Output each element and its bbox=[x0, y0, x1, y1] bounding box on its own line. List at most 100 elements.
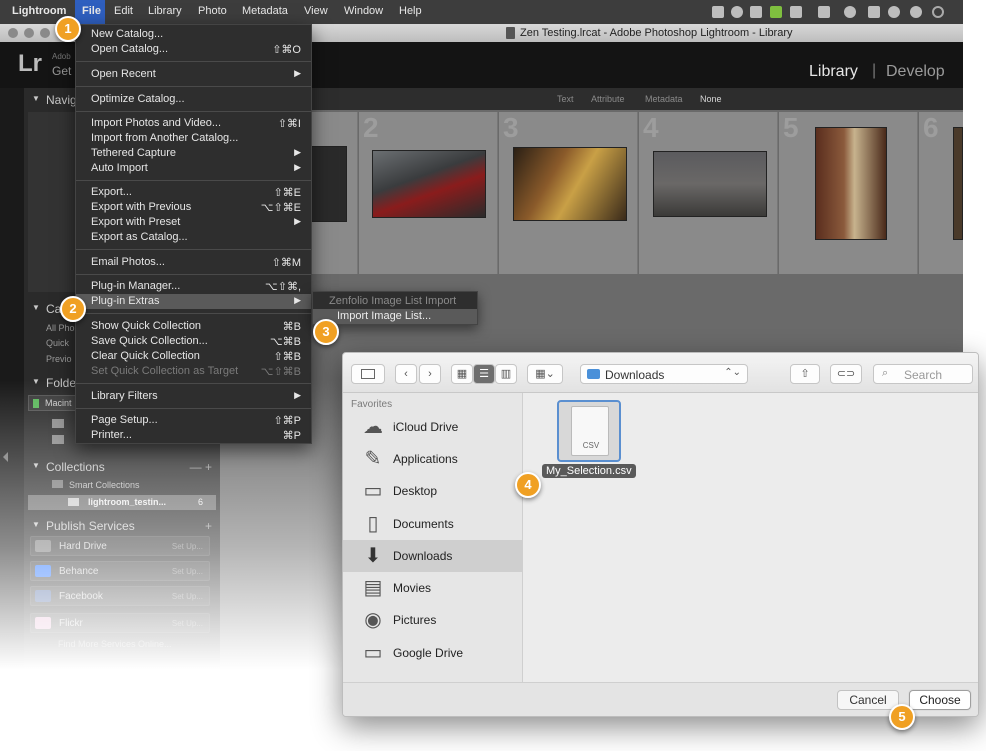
arrange-button[interactable]: ▦⌄ bbox=[527, 364, 563, 384]
publish-services-header[interactable]: ▼ Publish Services + bbox=[24, 517, 220, 535]
menu-app-name[interactable]: Lightroom bbox=[12, 5, 66, 17]
icon-view-button[interactable]: ▦ bbox=[451, 364, 473, 384]
publish-hard-drive[interactable]: Hard Drive Set Up... bbox=[30, 536, 210, 556]
publish-behance[interactable]: Behance Set Up... bbox=[30, 561, 210, 581]
location-popup[interactable]: Downloads ⌃⌄ bbox=[580, 364, 748, 384]
menu-item-clear-quick-collection[interactable]: Clear Quick Collection ⇧⌘B bbox=[76, 349, 311, 364]
photo-thumbnail[interactable] bbox=[653, 151, 767, 217]
menu-item-new-catalog[interactable]: New Catalog... bbox=[76, 27, 311, 42]
menu-item-open-recent[interactable]: Open Recent ▶ bbox=[76, 67, 311, 82]
menu-item-page-setup[interactable]: Page Setup... ⇧⌘P bbox=[76, 413, 311, 428]
publish-facebook-setup[interactable]: Set Up... bbox=[172, 592, 203, 601]
back-button[interactable]: ‹ bbox=[395, 364, 417, 384]
menu-window[interactable]: Window bbox=[344, 5, 383, 17]
minimize-window-button[interactable] bbox=[24, 28, 34, 38]
tray-icon-monitor[interactable] bbox=[712, 6, 724, 18]
publish-hard-drive-setup[interactable]: Set Up... bbox=[172, 542, 203, 551]
sidebar-item-icloud-drive[interactable]: ☁ iCloud Drive bbox=[343, 411, 522, 443]
tray-icon-creative-cloud[interactable] bbox=[844, 6, 856, 18]
publish-add-button[interactable]: + bbox=[205, 519, 212, 533]
tray-icon-alert[interactable] bbox=[910, 6, 922, 18]
search-field[interactable]: ⌕ Search bbox=[873, 364, 973, 384]
publish-facebook[interactable]: Facebook Set Up... bbox=[30, 586, 210, 606]
menu-item-import-catalog[interactable]: Import from Another Catalog... bbox=[76, 131, 311, 146]
grid-cell[interactable]: 3 bbox=[499, 112, 638, 274]
sidebar-item-movies[interactable]: ▤ Movies bbox=[343, 572, 522, 604]
catalog-all-photos[interactable]: All Pho bbox=[46, 323, 75, 333]
menu-item-open-catalog[interactable]: Open Catalog... ⇧⌘O bbox=[76, 42, 311, 57]
menu-item-library-filters[interactable]: Library Filters ▶ bbox=[76, 389, 311, 404]
menu-item-plugin-manager[interactable]: Plug-in Manager... ⌥⇧⌘, bbox=[76, 279, 311, 294]
close-window-button[interactable] bbox=[8, 28, 18, 38]
menu-library[interactable]: Library bbox=[148, 5, 182, 17]
file-name-label[interactable]: My_Selection.csv bbox=[542, 464, 636, 478]
publish-flickr-setup[interactable]: Set Up... bbox=[172, 619, 203, 628]
photo-thumbnail[interactable] bbox=[513, 147, 627, 221]
grid-cell[interactable]: 6 bbox=[919, 112, 963, 274]
menu-photo[interactable]: Photo bbox=[198, 5, 227, 17]
sidebar-toggle-button[interactable] bbox=[351, 364, 385, 384]
apple-icon[interactable] bbox=[4, 5, 12, 17]
tray-icon-spinner[interactable] bbox=[932, 6, 944, 18]
tray-icon-location[interactable] bbox=[888, 6, 900, 18]
grid-cell[interactable]: 5 bbox=[779, 112, 918, 274]
menu-file[interactable]: File bbox=[82, 5, 101, 17]
forward-button[interactable]: › bbox=[419, 364, 441, 384]
photo-thumbnail[interactable] bbox=[372, 150, 486, 218]
menu-item-save-quick-collection[interactable]: Save Quick Collection... ⌥⌘B bbox=[76, 334, 311, 349]
list-view-button[interactable]: ☰ bbox=[473, 364, 495, 384]
menu-item-tethered-capture[interactable]: Tethered Capture ▶ bbox=[76, 146, 311, 161]
menu-help[interactable]: Help bbox=[399, 5, 422, 17]
menu-item-plugin-extras[interactable]: Plug-in Extras ▶ bbox=[76, 294, 311, 309]
filter-none[interactable]: None bbox=[700, 94, 722, 104]
column-view-button[interactable]: ▥ bbox=[495, 364, 517, 384]
csv-file-icon[interactable]: CSV bbox=[557, 400, 621, 462]
menu-item-export-previous[interactable]: Export with Previous ⌥⇧⌘E bbox=[76, 200, 311, 215]
filter-metadata[interactable]: Metadata bbox=[645, 94, 683, 104]
menu-item-printer[interactable]: Printer... ⌘P bbox=[76, 428, 311, 443]
photo-thumbnail[interactable] bbox=[815, 127, 887, 240]
folder-row[interactable] bbox=[38, 434, 78, 446]
find-more-services-link[interactable]: Find More Services Online... bbox=[58, 639, 172, 649]
choose-button[interactable]: Choose bbox=[909, 690, 971, 710]
sidebar-item-documents[interactable]: ▯ Documents bbox=[343, 508, 522, 540]
menu-view[interactable]: View bbox=[304, 5, 328, 17]
tray-icon-magic[interactable] bbox=[868, 6, 880, 18]
submenu-item-import-image-list[interactable]: Import Image List... bbox=[313, 309, 477, 324]
filter-text[interactable]: Text bbox=[557, 94, 574, 104]
sidebar-item-google-drive[interactable]: ▭ Google Drive bbox=[343, 637, 522, 669]
menu-item-export[interactable]: Export... ⇧⌘E bbox=[76, 185, 311, 200]
tray-icon-dropbox[interactable] bbox=[750, 6, 762, 18]
grid-cell[interactable]: 4 bbox=[639, 112, 778, 274]
menu-metadata[interactable]: Metadata bbox=[242, 5, 288, 17]
menu-item-auto-import[interactable]: Auto Import ▶ bbox=[76, 161, 311, 176]
photo-thumbnail[interactable] bbox=[953, 127, 963, 240]
collections-header[interactable]: ▼ Collections — + bbox=[24, 458, 220, 476]
grid-cell[interactable]: 2 bbox=[359, 112, 498, 274]
menu-item-optimize-catalog[interactable]: Optimize Catalog... bbox=[76, 92, 311, 107]
catalog-previous-import[interactable]: Previo bbox=[46, 354, 72, 364]
share-button[interactable]: ⇧ bbox=[790, 364, 820, 384]
collections-actions[interactable]: — + bbox=[190, 460, 212, 474]
left-panel-toggle-icon[interactable] bbox=[3, 452, 8, 462]
menu-item-export-preset[interactable]: Export with Preset ▶ bbox=[76, 215, 311, 230]
tags-button[interactable]: ⊂⊃ bbox=[830, 364, 862, 384]
publish-flickr[interactable]: Flickr Set Up... bbox=[30, 613, 210, 633]
folder-row[interactable] bbox=[38, 418, 78, 430]
smart-collections-item[interactable]: Smart Collections bbox=[52, 480, 140, 490]
catalog-quick-collection[interactable]: Quick bbox=[46, 338, 69, 348]
sidebar-item-applications[interactable]: ✎ Applications bbox=[343, 443, 522, 475]
tray-icon-window[interactable] bbox=[818, 6, 830, 18]
menu-edit[interactable]: Edit bbox=[114, 5, 133, 17]
filter-attribute[interactable]: Attribute bbox=[591, 94, 625, 104]
sidebar-item-pictures[interactable]: ◉ Pictures bbox=[343, 604, 522, 636]
menu-item-email-photos[interactable]: Email Photos... ⇧⌘M bbox=[76, 255, 311, 270]
module-library[interactable]: Library bbox=[809, 63, 858, 81]
sidebar-item-downloads[interactable]: ⬇ Downloads bbox=[343, 540, 522, 572]
cancel-button[interactable]: Cancel bbox=[837, 690, 899, 710]
tray-icon-evernote[interactable] bbox=[731, 6, 743, 18]
sidebar-item-desktop[interactable]: ▭ Desktop bbox=[343, 475, 522, 507]
module-develop[interactable]: Develop bbox=[886, 63, 945, 81]
tray-icon-keyboard[interactable] bbox=[770, 6, 782, 18]
menu-item-show-quick-collection[interactable]: Show Quick Collection ⌘B bbox=[76, 319, 311, 334]
